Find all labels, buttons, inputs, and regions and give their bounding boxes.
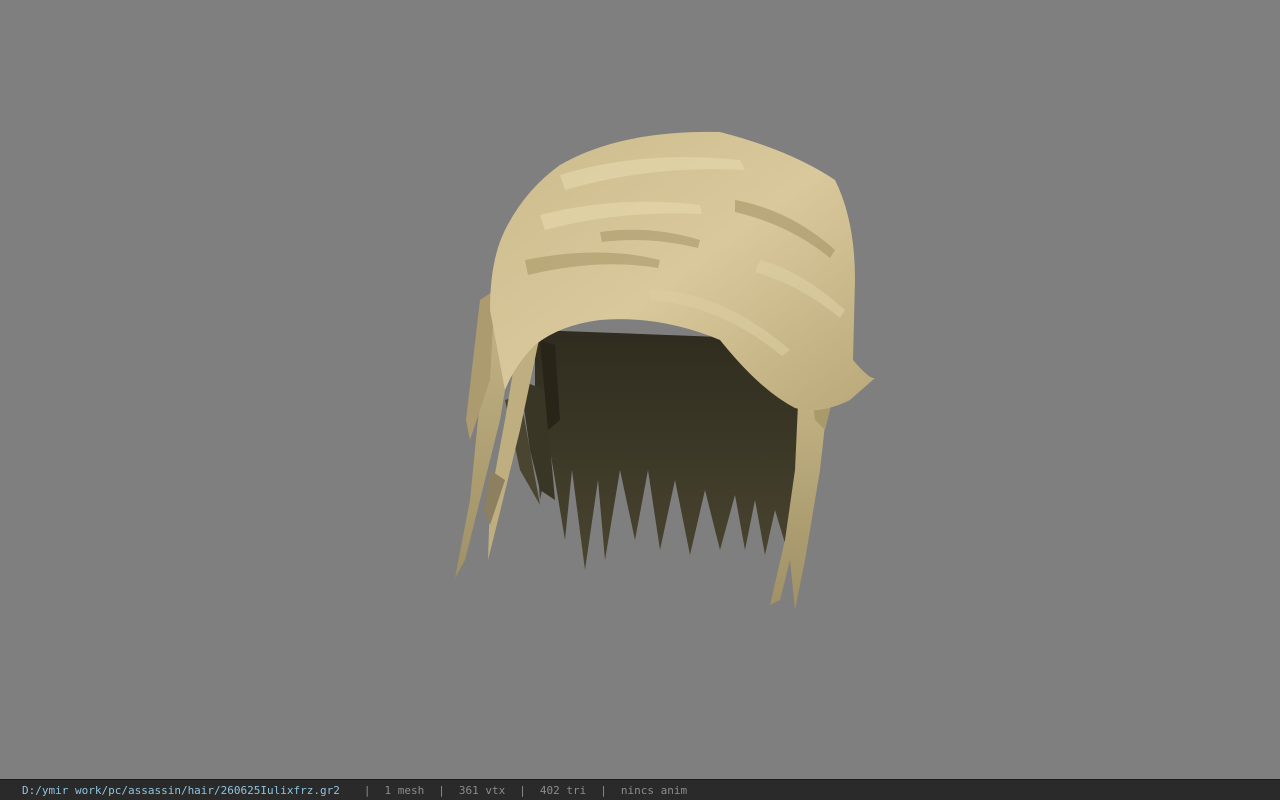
file-path: D:/ymir work/pc/assassin/hair/260625Iuli… [22, 783, 340, 797]
separator: | [438, 783, 445, 797]
mesh-count: 1 mesh [384, 783, 425, 797]
separator: | [363, 783, 371, 797]
3d-viewport[interactable] [0, 0, 1280, 779]
separator: | [600, 783, 607, 797]
status-bar: D:/ymir work/pc/assassin/hair/260625Iuli… [0, 779, 1280, 800]
separator: | [519, 783, 526, 797]
hair-model-render [455, 131, 875, 610]
animation-status: nincs anim [620, 783, 688, 797]
vertex-count: 361 vtx [458, 783, 506, 797]
triangle-count: 402 tri [539, 783, 587, 797]
